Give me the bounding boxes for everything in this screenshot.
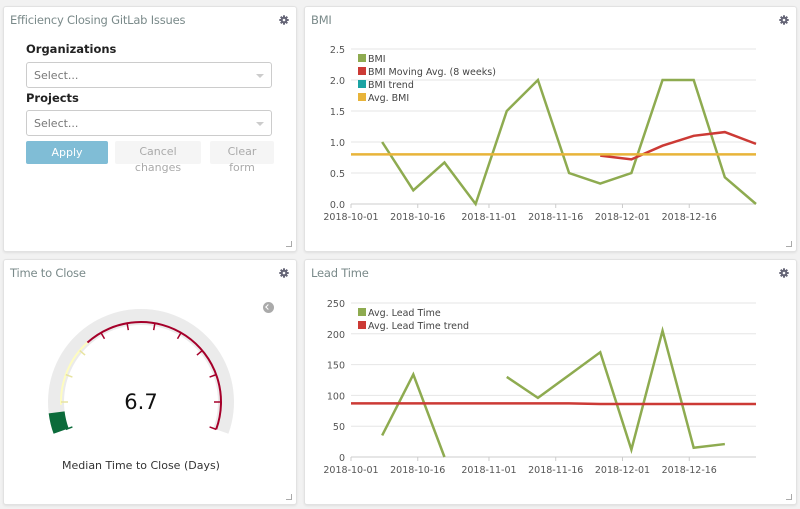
x-tick-label: 2018-11-01 (461, 212, 516, 223)
legend-swatch (358, 93, 366, 101)
gauge-label: Median Time to Close (Days) (62, 459, 220, 472)
filter-panel: Efficiency Closing GitLab Issues Organiz… (3, 6, 297, 252)
x-tick-label: 2018-10-01 (323, 212, 378, 223)
projects-label: Projects (26, 91, 79, 105)
bmi-panel: BMI 0.0 0.5 1.0 1.5 2.0 2.5 2018-10-01 2018-10-… (304, 6, 797, 252)
legend-swatch (358, 80, 366, 88)
y-tick-label: 100 (327, 391, 345, 402)
lead-time-chart: 0 50 100 150 200 250 2018-10-01 2018-10-16 2018-… (323, 299, 756, 476)
legend-label: BMI trend (368, 80, 414, 91)
x-tick-label: 2018-12-01 (595, 465, 650, 476)
gauge-track (48, 309, 235, 434)
clear-label-line2: form (229, 160, 255, 174)
y-tick-label: 2.5 (330, 45, 345, 56)
x-tick-label: 2018-11-01 (461, 465, 516, 476)
cancel-label-line2: changes (134, 160, 182, 174)
organizations-placeholder: Select... (34, 69, 79, 82)
panel-title: Efficiency Closing GitLab Issues (10, 13, 186, 27)
x-tick-label: 2018-10-01 (323, 465, 378, 476)
organizations-label: Organizations (26, 42, 117, 56)
chevron-down-icon (256, 74, 264, 78)
series-line-avg-lead-time (381, 371, 446, 458)
resize-handle[interactable] (286, 241, 292, 247)
x-tick-label: 2018-10-16 (390, 212, 445, 223)
y-tick-label: 0 (339, 453, 345, 464)
resize-handle[interactable] (786, 241, 792, 247)
gauge-value-band (48, 411, 69, 434)
cancel-label-line1: Cancel (139, 145, 177, 158)
legend-swatch (358, 54, 366, 62)
bmi-chart: 0.0 0.5 1.0 1.5 2.0 2.5 2018-10-01 2018-10-16 20… (323, 45, 757, 223)
y-tick-label: 0.5 (330, 169, 345, 180)
y-tick-label: 150 (327, 361, 345, 372)
projects-placeholder: Select... (34, 117, 79, 130)
legend-swatch (358, 67, 366, 75)
legend-label: BMI Moving Avg. (8 weeks) (368, 67, 496, 78)
legend-label: BMI (368, 54, 386, 65)
clear-label-line1: Clear (227, 145, 257, 158)
y-tick-label: 2.0 (330, 76, 345, 87)
y-tick-label: 200 (327, 330, 345, 341)
y-tick-label: 50 (333, 422, 345, 433)
x-tick-label: 2018-10-16 (390, 465, 445, 476)
legend-label: Avg. Lead Time trend (368, 321, 469, 332)
y-tick-label: 1.0 (330, 138, 345, 149)
cancel-changes-button[interactable]: Cancel changes (115, 141, 201, 174)
lead-time-panel: Lead Time 0 50 100 150 200 250 2018-10-01 2018-… (304, 259, 797, 505)
apply-button[interactable]: Apply (26, 141, 108, 164)
legend-swatch (358, 321, 366, 329)
resize-handle[interactable] (786, 494, 792, 500)
organizations-select[interactable]: Select... (26, 62, 272, 88)
y-tick-label: 1.5 (330, 107, 345, 118)
x-tick-label: 2018-11-16 (528, 212, 583, 223)
x-tick-label: 2018-11-16 (528, 465, 583, 476)
resize-handle[interactable] (286, 494, 292, 500)
y-tick-label: 0.0 (330, 200, 345, 211)
legend-swatch (358, 308, 366, 316)
y-tick-label: 250 (327, 299, 345, 310)
clear-form-button[interactable]: Clear form (210, 141, 274, 174)
x-tick-label: 2018-12-01 (595, 212, 650, 223)
gear-icon[interactable] (279, 15, 289, 25)
time-to-close-panel: Time to Close 6.7 Median Time to Close (… (3, 259, 297, 505)
legend-label: Avg. Lead Time (368, 308, 441, 319)
gauge-value: 6.7 (124, 390, 158, 414)
series-line-avg-lead-time-trend (351, 402, 756, 406)
series-line-avg-lead-time (506, 325, 725, 455)
x-tick-label: 2018-12-16 (662, 212, 717, 223)
projects-select[interactable]: Select... (26, 110, 272, 136)
legend-label: Avg. BMI (368, 93, 409, 104)
chevron-down-icon (256, 122, 264, 126)
x-tick-label: 2018-12-16 (662, 465, 717, 476)
